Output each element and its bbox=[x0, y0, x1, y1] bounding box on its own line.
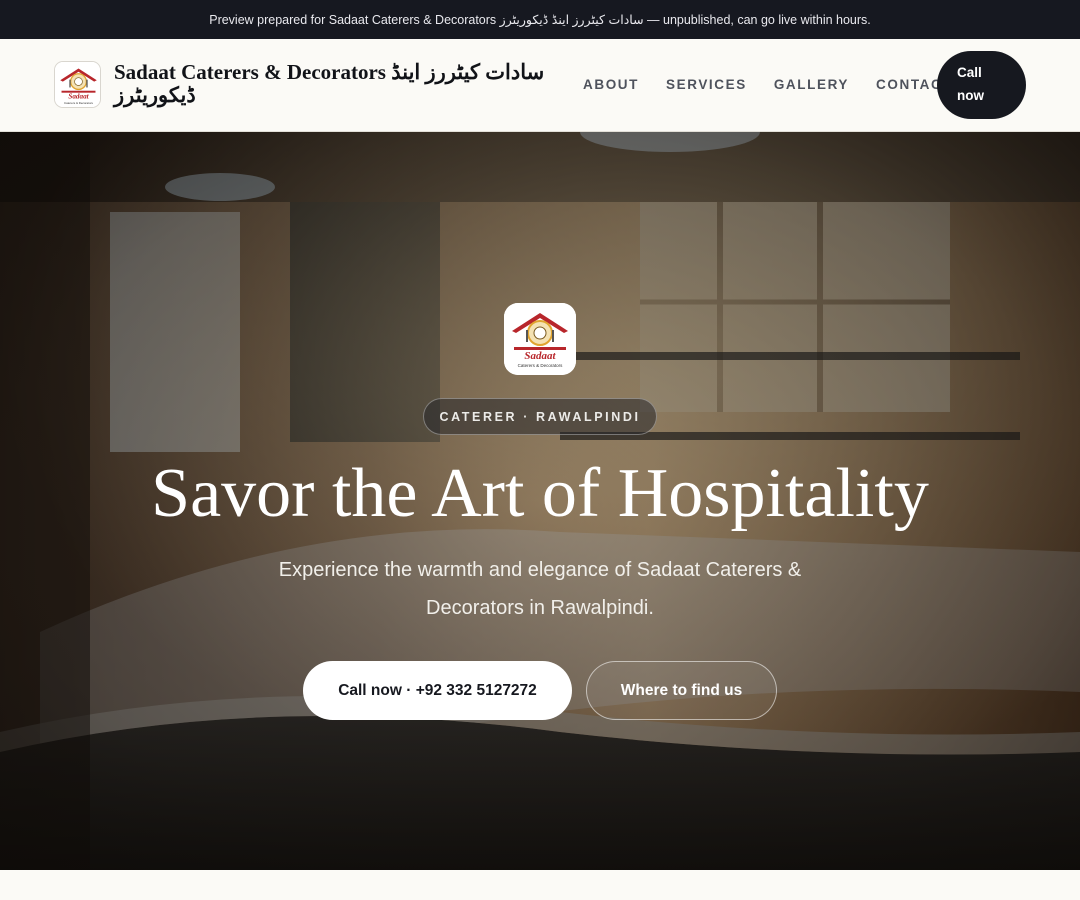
logo-text: Sadaat bbox=[524, 350, 556, 362]
logo-subtext: Caterers & Decorators bbox=[64, 101, 94, 105]
logo-subtext: Caterers & Decorators bbox=[518, 363, 564, 368]
site-header: Sadaat Caterers & Decorators Sadaat Cate… bbox=[0, 39, 1080, 132]
nav-gallery[interactable]: GALLERY bbox=[774, 77, 849, 92]
logo-mark-icon: Sadaat Caterers & Decorators bbox=[504, 303, 576, 375]
preview-banner: Preview prepared for Sadaat Caterers & D… bbox=[0, 0, 1080, 39]
hero-section: Sadaat Caterers & Decorators CATERER · R… bbox=[0, 132, 1080, 870]
preview-banner-text: Preview prepared for Sadaat Caterers & D… bbox=[209, 13, 871, 27]
hero-call-button[interactable]: Call now · +92 332 5127272 bbox=[303, 661, 572, 720]
nav-services[interactable]: SERVICES bbox=[666, 77, 747, 92]
hero-logo: Sadaat Caterers & Decorators bbox=[504, 303, 576, 375]
logo-mark-icon: Sadaat Caterers & Decorators bbox=[55, 62, 100, 107]
nav-about[interactable]: ABOUT bbox=[583, 77, 639, 92]
main-nav: ABOUT SERVICES GALLERY CONTACT bbox=[583, 77, 952, 92]
hero-location-button[interactable]: Where to find us bbox=[586, 661, 777, 720]
brand-logo[interactable]: Sadaat Caterers & Decorators bbox=[54, 61, 101, 108]
hero-eyebrow-badge: CATERER · RAWALPINDI bbox=[423, 398, 657, 435]
hero-subtitle: Experience the warmth and elegance of Sa… bbox=[278, 559, 802, 619]
logo-text: Sadaat bbox=[68, 93, 89, 101]
hero-title: Savor the Art of Hospitality bbox=[151, 455, 929, 532]
header-call-button[interactable]: Call now bbox=[937, 51, 1026, 119]
next-section bbox=[0, 870, 1080, 900]
brand-name[interactable]: Sadaat Caterers & Decorators سادات کیٹرر… bbox=[114, 61, 579, 107]
